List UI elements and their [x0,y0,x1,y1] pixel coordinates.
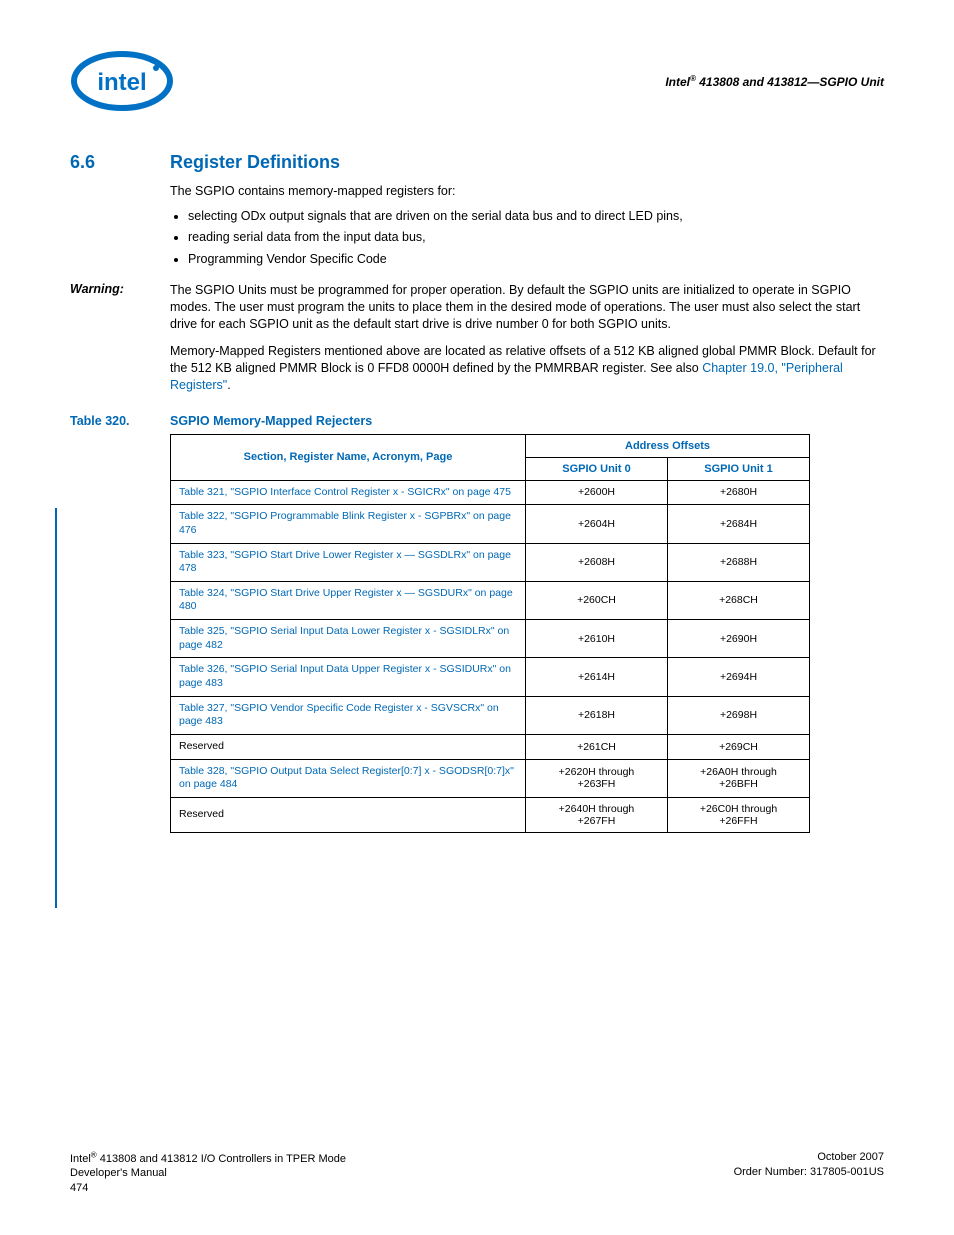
offset-unit0: +2604H [525,505,667,543]
offset-unit1: +2698H [667,696,809,734]
table-row: Table 324, "SGPIO Start Drive Upper Regi… [171,581,810,619]
table-row: Table 325, "SGPIO Serial Input Data Lowe… [171,620,810,658]
th-unit1: SGPIO Unit 1 [667,457,809,480]
offset-unit1: +268CH [667,581,809,619]
footer-manual: Developer's Manual [70,1167,167,1179]
para2-post: . [227,378,230,392]
section-number: 6.6 [70,152,170,173]
table-title: SGPIO Memory-Mapped Rejecters [170,414,372,428]
page-header: intel Intel® 413808 and 413812—SGPIO Uni… [70,50,884,112]
th-address-offsets: Address Offsets [525,434,809,457]
offset-unit1: +2680H [667,480,809,505]
table-row: Table 328, "SGPIO Output Data Select Reg… [171,759,810,797]
offset-unit0: +2620H through +263FH [525,759,667,797]
offset-unit1: +2694H [667,658,809,696]
section-heading: 6.6 Register Definitions [70,152,884,173]
offset-unit1: +26A0H through +26BFH [667,759,809,797]
offset-unit0: +2610H [525,620,667,658]
table-row: Reserved+261CH+269CH [171,734,810,759]
memory-mapped-paragraph: Memory-Mapped Registers mentioned above … [170,343,884,394]
offset-unit0: +261CH [525,734,667,759]
offset-unit0: +2614H [525,658,667,696]
th-section-name: Section, Register Name, Acronym, Page [171,434,526,480]
register-name-cell[interactable]: Table 327, "SGPIO Vendor Specific Code R… [171,696,526,734]
table-caption: Table 320. SGPIO Memory-Mapped Rejecters [70,414,884,428]
warning-block: Warning: The SGPIO Units must be program… [70,282,884,333]
warning-label: Warning: [70,282,170,333]
footer-date: October 2007 [817,1151,884,1163]
table-row: Table 321, "SGPIO Interface Control Regi… [171,480,810,505]
table-number: Table 320. [70,414,170,428]
offset-unit0: +2608H [525,543,667,581]
register-name-cell[interactable]: Table 328, "SGPIO Output Data Select Reg… [171,759,526,797]
offset-unit1: +2690H [667,620,809,658]
change-bar [55,508,57,908]
bullet-list: selecting ODx output signals that are dr… [170,208,884,269]
intel-logo: intel [70,50,175,112]
offset-unit1: +269CH [667,734,809,759]
bullet-item: Programming Vendor Specific Code [188,251,884,269]
footer-page-num: 474 [70,1182,88,1194]
register-name-cell[interactable]: Table 326, "SGPIO Serial Input Data Uppe… [171,658,526,696]
register-table: Section, Register Name, Acronym, Page Ad… [170,434,810,833]
offset-unit1: +2688H [667,543,809,581]
offset-unit0: +2618H [525,696,667,734]
register-name-cell[interactable]: Table 322, "SGPIO Programmable Blink Reg… [171,505,526,543]
warning-text: The SGPIO Units must be programmed for p… [170,282,884,333]
svg-text:intel: intel [97,69,146,96]
footer-doc-name: Intel® 413808 and 413812 I/O Controllers… [70,1153,346,1165]
register-name-cell[interactable]: Table 324, "SGPIO Start Drive Upper Regi… [171,581,526,619]
table-row: Table 326, "SGPIO Serial Input Data Uppe… [171,658,810,696]
table-row: Table 322, "SGPIO Programmable Blink Reg… [171,505,810,543]
offset-unit1: +2684H [667,505,809,543]
th-unit0: SGPIO Unit 0 [525,457,667,480]
register-name-cell: Reserved [171,734,526,759]
bullet-item: selecting ODx output signals that are dr… [188,208,884,226]
offset-unit0: +2600H [525,480,667,505]
table-row: Table 327, "SGPIO Vendor Specific Code R… [171,696,810,734]
offset-unit0: +260CH [525,581,667,619]
section-title: Register Definitions [170,152,340,173]
bullet-item: reading serial data from the input data … [188,229,884,247]
offset-unit1: +26C0H through +26FFH [667,797,809,832]
offset-unit0: +2640H through +267FH [525,797,667,832]
header-doc-title: Intel® 413808 and 413812—SGPIO Unit [665,74,884,89]
table-row: Reserved+2640H through +267FH+26C0H thro… [171,797,810,832]
table-row: Table 323, "SGPIO Start Drive Lower Regi… [171,543,810,581]
register-name-cell[interactable]: Table 323, "SGPIO Start Drive Lower Regi… [171,543,526,581]
register-name-cell: Reserved [171,797,526,832]
register-name-cell[interactable]: Table 325, "SGPIO Serial Input Data Lowe… [171,620,526,658]
page-footer: Intel® 413808 and 413812 I/O Controllers… [70,1150,884,1195]
intro-text: The SGPIO contains memory-mapped registe… [170,183,884,200]
footer-order: Order Number: 317805-001US [734,1166,884,1178]
register-name-cell[interactable]: Table 321, "SGPIO Interface Control Regi… [171,480,526,505]
